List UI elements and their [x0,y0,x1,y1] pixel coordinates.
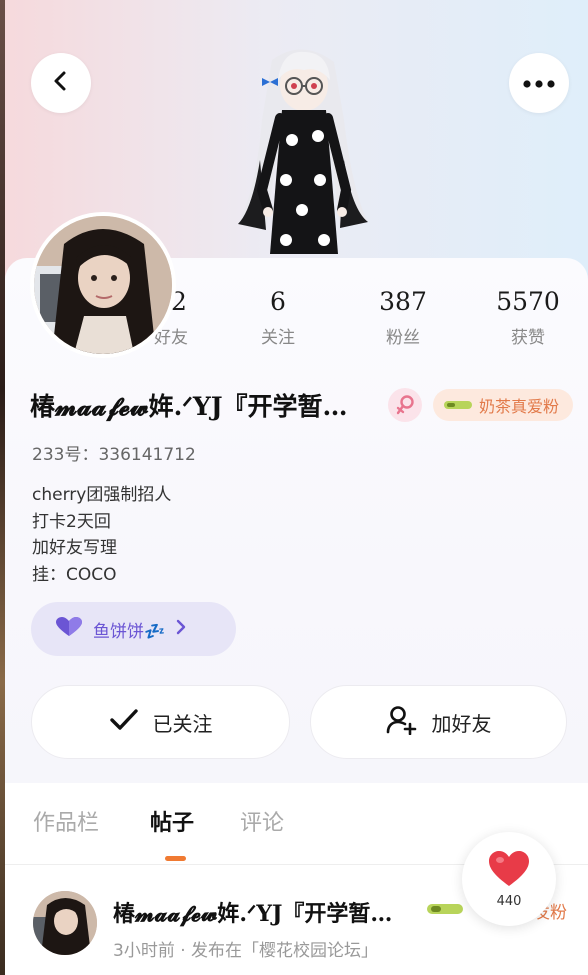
tab-comments[interactable]: 评论 [240,805,284,837]
post-meta: 3小时前 · 发布在「樱花校园论坛」 [113,941,379,961]
chevron-right-icon [175,619,187,640]
add-user-icon [386,705,418,740]
profile-name: 椿𝓶𝓪𝓪𝓯𝓮𝔀姩.ᐟYJ『开学暂… [30,392,348,421]
post-author-name[interactable]: 椿𝓶𝓪𝓪𝓯𝓮𝔀姩.ᐟYJ『开学暂… [113,896,418,928]
fan-badge-label: 奶茶真爱粉 [479,397,560,416]
add-friend-button[interactable]: 加好友 [310,685,567,759]
user-id: 233号：336141712 [32,445,196,465]
bio: cherry团强制招人 打卡2天回 加好友写理 挂：COCO [32,482,171,588]
stat-following-value: 6 [270,287,286,316]
post-author-avatar[interactable] [33,891,97,955]
bio-line: 打卡2天回 [32,511,111,532]
more-horizontal-icon [522,74,556,93]
followed-button[interactable]: 已关注 [31,685,290,759]
check-icon [109,708,139,737]
stat-followers-label: 粉丝 [386,328,420,348]
boba-icon [426,901,464,917]
profile-avatar[interactable] [30,212,176,358]
fan-badge[interactable]: 奶茶真爱粉 [433,389,574,421]
stat-following-label: 关注 [261,328,295,348]
stat-likes-value: 5570 [496,287,560,316]
cp-chip[interactable]: 鱼饼饼💤 [31,602,236,656]
add-friend-label: 加好友 [431,711,492,736]
boba-icon [443,396,473,415]
bio-line: 挂：COCO [32,564,117,585]
cp-chip-label: 鱼饼饼💤 [93,621,166,642]
stat-following[interactable]: 6 关注 [233,287,323,348]
followed-label: 已关注 [152,711,213,736]
character-avatar[interactable] [222,40,382,262]
stat-followers-value: 387 [379,287,427,316]
heart-icon [487,850,531,892]
female-icon [388,388,422,422]
chevron-left-icon [50,70,72,96]
back-button[interactable] [31,53,91,113]
stat-followers[interactable]: 387 粉丝 [358,287,448,348]
active-tab-indicator [165,856,186,861]
more-options-button[interactable] [509,53,569,113]
stat-likes-label: 获赞 [511,328,545,348]
left-edge-strip [0,0,5,975]
name-row: 椿𝓶𝓪𝓪𝓯𝓮𝔀姩.ᐟYJ『开学暂… 奶茶真爱粉 [30,385,574,425]
tab-posts[interactable]: 帖子 [150,805,194,837]
like-count: 440 [496,893,522,909]
like-button[interactable]: 440 [462,832,556,926]
bio-line: 加好友写理 [32,538,117,558]
heart-icon [55,616,83,643]
stat-likes[interactable]: 5570 获赞 [483,287,573,348]
tab-works[interactable]: 作品栏 [33,805,99,837]
bio-line: cherry团强制招人 [32,485,172,505]
